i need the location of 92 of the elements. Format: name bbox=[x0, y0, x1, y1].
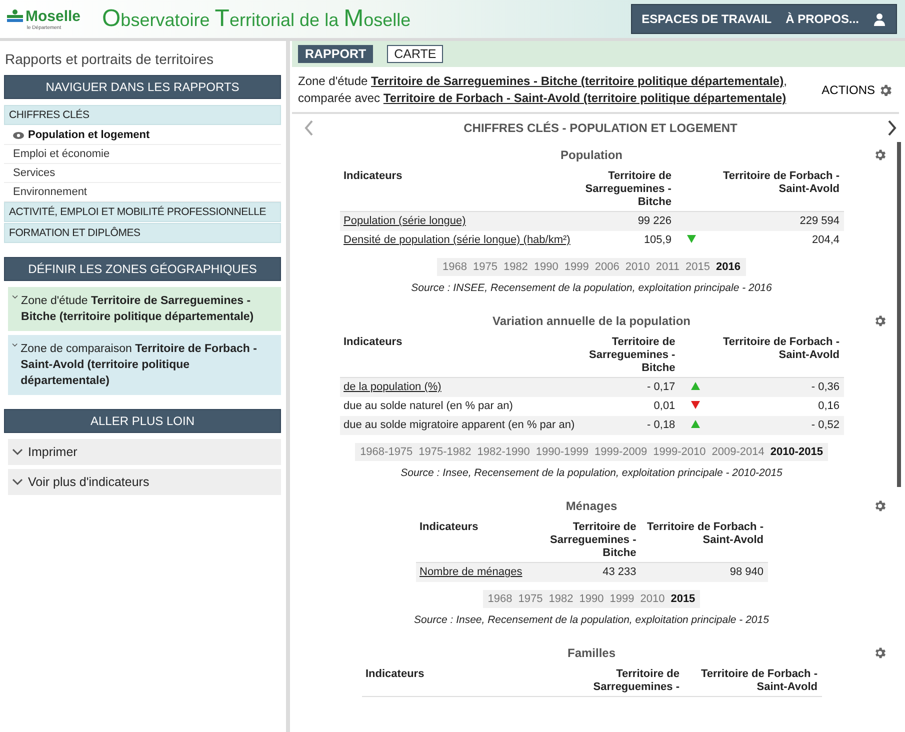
chevron-down-icon bbox=[12, 293, 18, 301]
chevron-down-icon bbox=[12, 448, 23, 456]
logo-mark-icon bbox=[7, 9, 24, 23]
sidebar-title: Rapports et portraits de territoires bbox=[4, 50, 215, 69]
zone-label: Zone de comparaison Territoire de Forbach - Saint-Avold (territoire politique départementale) bbox=[20, 342, 258, 389]
settings-icon[interactable] bbox=[873, 646, 887, 660]
year-option[interactable]: 1999-2009 bbox=[592, 446, 650, 458]
settings-icon[interactable] bbox=[873, 314, 887, 328]
user-icon[interactable] bbox=[873, 12, 886, 26]
study-zone-link[interactable]: Territoire de Sarreguemines - Bitche (territoire politique départementale) bbox=[371, 74, 784, 88]
section-title: Familles bbox=[567, 646, 616, 660]
panel-heading[interactable]: ALLER PLUS LOIN bbox=[4, 409, 281, 433]
menu-link[interactable]: À PROPOS... bbox=[786, 12, 859, 26]
year-option[interactable]: 1975 bbox=[515, 593, 546, 605]
value-cell: - 0,36 bbox=[718, 378, 844, 397]
actions-button[interactable]: ACTIONS bbox=[822, 82, 893, 98]
chevron-down-icon bbox=[12, 341, 18, 349]
value-cell: 0,16 bbox=[718, 397, 844, 416]
year-option[interactable]: 2006 bbox=[592, 261, 622, 273]
year-option[interactable]: 2016 bbox=[713, 261, 744, 273]
source-note: Source : INSEE, Recensement de la population, exploitation principale - 2016 bbox=[411, 282, 772, 294]
report-item[interactable]: Population et logement bbox=[4, 126, 281, 145]
year-option[interactable]: 1975-1982 bbox=[416, 446, 474, 458]
section-title: Variation annuelle de la population bbox=[492, 314, 691, 328]
value-cell: 43 233 bbox=[526, 562, 640, 582]
value-cell: 98 940 bbox=[640, 562, 768, 582]
value-cell: - 0,52 bbox=[718, 416, 844, 435]
indicator-cell[interactable]: Nombre de ménages bbox=[416, 562, 526, 582]
year-option[interactable]: 1990 bbox=[576, 593, 607, 605]
site-title: Observatoire Territorial de la Moselle bbox=[102, 5, 411, 33]
year-option[interactable]: 2009-2014 bbox=[708, 446, 768, 458]
zone-selector[interactable]: Zone d'étude Territoire de Sarreguemines - Bitche (territoire politique départementale) bbox=[8, 287, 281, 331]
year-option[interactable]: 1999-2010 bbox=[650, 446, 709, 458]
year-option[interactable]: 2015 bbox=[668, 593, 698, 605]
section-title: Population bbox=[560, 148, 622, 162]
year-option[interactable]: 1982-1990 bbox=[474, 446, 533, 458]
expandable-label: Imprimer bbox=[28, 445, 78, 459]
report-title: CHIFFRES CLÉS - POPULATION ET LOGEMENT bbox=[464, 121, 738, 135]
year-option[interactable]: 2010 bbox=[637, 593, 668, 605]
year-option[interactable]: 1990-1999 bbox=[532, 446, 592, 458]
menu-link[interactable]: ESPACES DE TRAVAIL bbox=[642, 12, 772, 26]
expandable-item[interactable]: Imprimer bbox=[8, 439, 281, 465]
scrollbar[interactable] bbox=[897, 142, 901, 487]
indicator-cell[interactable]: de la population (%) bbox=[340, 378, 579, 397]
year-option[interactable]: 1975 bbox=[470, 261, 500, 273]
value-cell: - 0,18 bbox=[578, 416, 680, 435]
year-option[interactable]: 1999 bbox=[561, 261, 592, 273]
year-option[interactable]: 1982 bbox=[500, 261, 531, 273]
panel-heading[interactable]: NAVIGUER DANS LES RAPPORTS bbox=[4, 75, 281, 99]
comparison-zone-link[interactable]: Territoire de Forbach - Saint-Avold (territoire politique départementale) bbox=[383, 91, 786, 105]
settings-icon[interactable] bbox=[873, 148, 887, 162]
year-option[interactable]: 1990 bbox=[530, 261, 562, 273]
expandable-label: Voir plus d'indicateurs bbox=[28, 475, 150, 489]
section-title: Ménages bbox=[566, 499, 618, 513]
year-option[interactable]: 1968-1975 bbox=[357, 446, 416, 458]
year-option[interactable]: 2011 bbox=[652, 261, 683, 273]
category-item[interactable]: ACTIVITÉ, EMPLOI ET MOBILITÉ PROFESSIONNELLE bbox=[4, 202, 281, 222]
value-cell: - 0,17 bbox=[578, 378, 680, 397]
settings-icon[interactable] bbox=[878, 82, 893, 98]
indicator-cell: due au solde naturel (en % par an) bbox=[340, 397, 579, 416]
year-option[interactable]: 1999 bbox=[606, 593, 638, 605]
value-cell: 0,01 bbox=[578, 397, 680, 416]
year-option[interactable]: 1968 bbox=[439, 261, 470, 273]
column-header: Indicateurs bbox=[362, 668, 566, 696]
category-item[interactable]: CHIFFRES CLÉS bbox=[4, 105, 281, 125]
year-option[interactable]: 2010-2015 bbox=[767, 446, 826, 458]
column-header: Territoire de Sarreguemines - bbox=[566, 668, 684, 696]
year-option[interactable]: 1968 bbox=[484, 593, 516, 605]
category-item[interactable]: FORMATION ET DIPLÔMES bbox=[4, 223, 281, 243]
expandable-item[interactable]: Voir plus d'indicateurs bbox=[8, 469, 281, 495]
tab[interactable]: CARTE bbox=[387, 45, 444, 63]
value-cell: 229 594 bbox=[715, 212, 844, 231]
year-option[interactable]: 1982 bbox=[546, 593, 576, 605]
value-cell: 99 226 bbox=[574, 212, 676, 231]
year-option[interactable]: 2015 bbox=[682, 261, 714, 273]
source-note: Source : Insee, Recensement de la population, exploitation principale - 2015 bbox=[414, 614, 769, 626]
chevron-down-icon bbox=[12, 478, 23, 486]
zone-label: Zone d'étude Territoire de Sarreguemines - Bitche (territoire politique départementale) bbox=[21, 294, 255, 325]
zone-description: Zone d'étude Territoire de Sarreguemines - Bitche (territoire politique départementale), comparée avec Territoire de Forbach - Saint-Avold (territoire politique départementale) bbox=[298, 73, 788, 107]
settings-icon[interactable] bbox=[873, 499, 887, 513]
indicator-cell[interactable]: Population (série longue) bbox=[340, 212, 574, 231]
year-option[interactable]: 2010 bbox=[622, 261, 653, 273]
report-item[interactable]: Emploi et économie bbox=[4, 145, 281, 164]
column-header: Territoire de Forbach - Saint-Avold bbox=[684, 668, 822, 696]
report-item[interactable]: Services bbox=[4, 164, 281, 183]
source-note: Source : Insee, Recensement de la population, exploitation principale - 2010-2015 bbox=[400, 467, 782, 479]
tab[interactable]: RAPPORT bbox=[298, 45, 374, 63]
logo-name: Moselle bbox=[25, 8, 81, 24]
indicator-cell: due au solde migratoire apparent (en % par an) bbox=[340, 416, 579, 435]
zone-selector[interactable]: Zone de comparaison Territoire de Forbach - Saint-Avold (territoire politique départementale) bbox=[8, 335, 281, 395]
panel-heading[interactable]: DÉFINIR LES ZONES GÉOGRAPHIQUES bbox=[4, 257, 281, 281]
eye-icon bbox=[13, 132, 24, 138]
